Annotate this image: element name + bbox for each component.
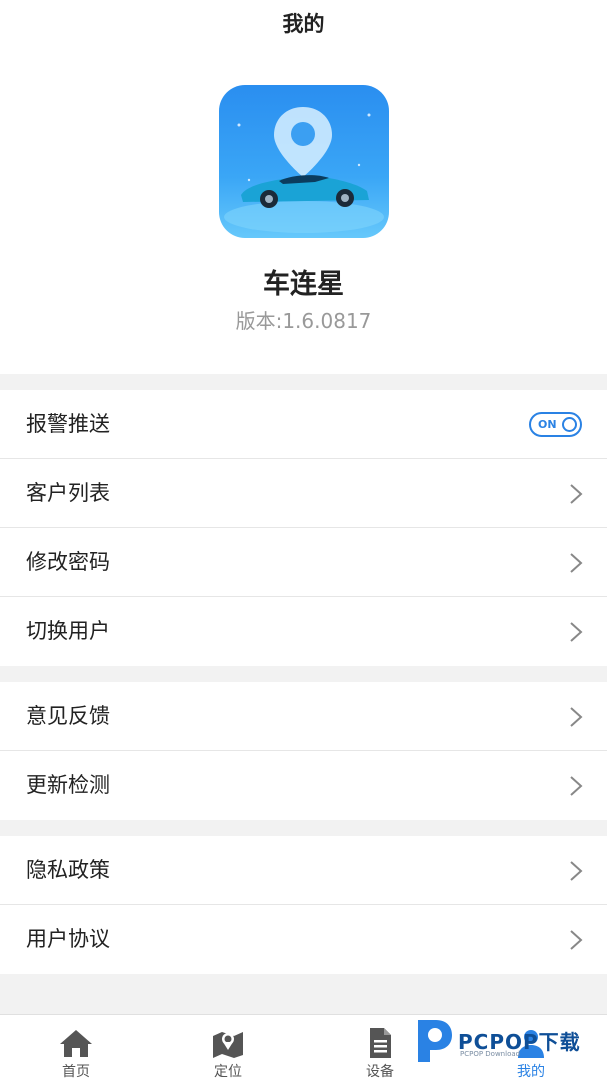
- feedback-row[interactable]: 意见反馈: [0, 682, 607, 751]
- change-password-row[interactable]: 修改密码: [0, 528, 607, 597]
- change-password-label: 修改密码: [26, 550, 110, 574]
- watermark-logo: PCPOP下载 PCPOP Download: [412, 1016, 604, 1066]
- app-version: 版本:1.6.0817: [235, 309, 372, 333]
- app-name: 车连星: [263, 269, 344, 300]
- watermark-subtext: PCPOP Download: [460, 1050, 521, 1058]
- tab-home-label: 首页: [62, 1064, 90, 1080]
- settings-group-legal: 隐私政策 用户协议: [0, 836, 607, 974]
- toggle-state-label: ON: [538, 418, 557, 431]
- alarm-push-row: 报警推送 ON: [0, 390, 607, 459]
- feedback-label: 意见反馈: [26, 704, 110, 728]
- user-agreement-label: 用户协议: [26, 927, 110, 951]
- settings-group-support: 意见反馈 更新检测: [0, 682, 607, 820]
- user-agreement-row[interactable]: 用户协议: [0, 905, 607, 974]
- alarm-push-label: 报警推送: [26, 412, 110, 436]
- switch-user-label: 切换用户: [26, 619, 110, 643]
- document-icon: [370, 1028, 391, 1058]
- update-check-label: 更新检测: [26, 773, 110, 797]
- update-check-row[interactable]: 更新检测: [0, 751, 607, 820]
- customer-list-label: 客户列表: [26, 481, 110, 505]
- chevron-right-icon: [570, 484, 583, 504]
- profile-header: 我的 车连星 版本:1.6.0817: [0, 0, 607, 374]
- chevron-right-icon: [570, 861, 583, 881]
- privacy-policy-row[interactable]: 隐私政策: [0, 836, 607, 905]
- chevron-right-icon: [570, 776, 583, 796]
- switch-user-row[interactable]: 切换用户: [0, 597, 607, 666]
- tab-home[interactable]: 首页: [0, 1015, 152, 1080]
- page-title: 我的: [282, 12, 325, 36]
- settings-group-account: 报警推送 ON 客户列表 修改密码 切换用户: [0, 390, 607, 666]
- watermark-p-icon: [418, 1020, 452, 1062]
- toggle-knob: [562, 417, 577, 432]
- map-icon: [213, 1032, 243, 1058]
- chevron-right-icon: [570, 553, 583, 573]
- chevron-right-icon: [570, 622, 583, 642]
- customer-list-row[interactable]: 客户列表: [0, 459, 607, 528]
- tab-location-label: 定位: [214, 1064, 242, 1080]
- tab-location[interactable]: 定位: [152, 1015, 304, 1080]
- chevron-right-icon: [570, 707, 583, 727]
- app-logo: [219, 85, 389, 238]
- privacy-policy-label: 隐私政策: [26, 858, 110, 882]
- alarm-push-toggle[interactable]: ON: [529, 412, 582, 437]
- home-icon: [60, 1030, 92, 1057]
- chevron-right-icon: [570, 930, 583, 950]
